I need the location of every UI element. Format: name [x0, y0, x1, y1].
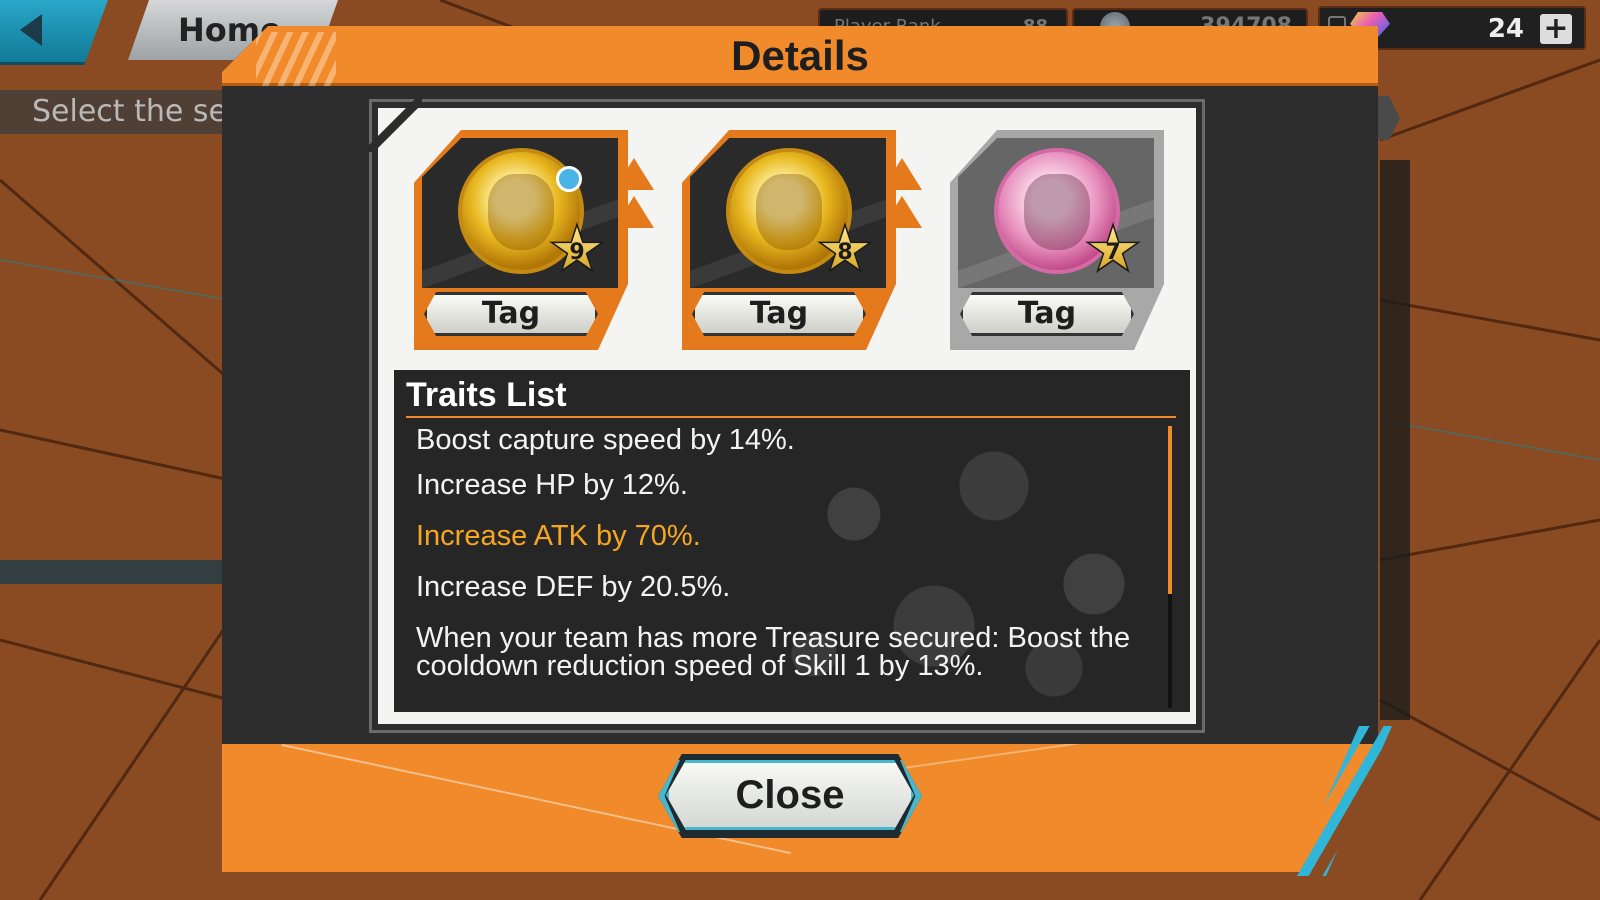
- rank-up-arrow-icon: [614, 196, 654, 228]
- tag-button-3[interactable]: Tag: [960, 292, 1134, 336]
- tag-button-1[interactable]: Tag: [424, 292, 598, 336]
- add-gems-button[interactable]: +: [1540, 14, 1572, 44]
- trait-item: Increase DEF by 20.5%.: [416, 571, 731, 603]
- medal-slot-2[interactable]: 8 Tag: [682, 130, 922, 350]
- traits-divider: [406, 416, 1176, 418]
- traits-scrollbar[interactable]: [1168, 426, 1172, 708]
- back-arrow-icon: [20, 14, 42, 46]
- traits-list-panel[interactable]: Traits List Boost capture speed by 14%. …: [394, 370, 1190, 712]
- medal-star-count: 7: [1105, 240, 1121, 265]
- scrollbar-thumb[interactable]: [1168, 426, 1172, 594]
- gem-count: 24: [1487, 14, 1524, 44]
- rank-up-arrow-icon: [882, 158, 922, 190]
- dialog-title: Details: [731, 32, 869, 79]
- medal-slot-1[interactable]: 9 Tag: [414, 130, 654, 350]
- details-dialog: Details 9 Tag 8 Tag 7 Tag Traits List Bo…: [222, 26, 1392, 876]
- trait-item-highlighted: Increase ATK by 70%.: [416, 520, 701, 552]
- medal-slot-3[interactable]: 7 Tag: [950, 130, 1164, 350]
- rank-up-arrow-icon: [614, 158, 654, 190]
- traits-list-title: Traits List: [406, 376, 567, 414]
- back-button[interactable]: [0, 0, 108, 65]
- close-button[interactable]: Close: [658, 754, 922, 838]
- medal-star-count: 9: [569, 240, 585, 265]
- medal-star-count: 8: [837, 240, 853, 265]
- close-button-label: Close: [666, 760, 914, 830]
- trait-item: When your team has more Treasure secured…: [416, 622, 1131, 682]
- boost-badge-icon: [556, 166, 582, 192]
- details-panel: 9 Tag 8 Tag 7 Tag Traits List Boost capt…: [372, 102, 1202, 730]
- trait-items: Boost capture speed by 14%. Increase HP …: [416, 420, 1146, 682]
- trait-item: Increase HP by 12%.: [416, 469, 688, 501]
- tag-button-2[interactable]: Tag: [692, 292, 866, 336]
- rank-up-arrow-icon: [882, 196, 922, 228]
- trait-item: Boost capture speed by 14%.: [416, 424, 795, 456]
